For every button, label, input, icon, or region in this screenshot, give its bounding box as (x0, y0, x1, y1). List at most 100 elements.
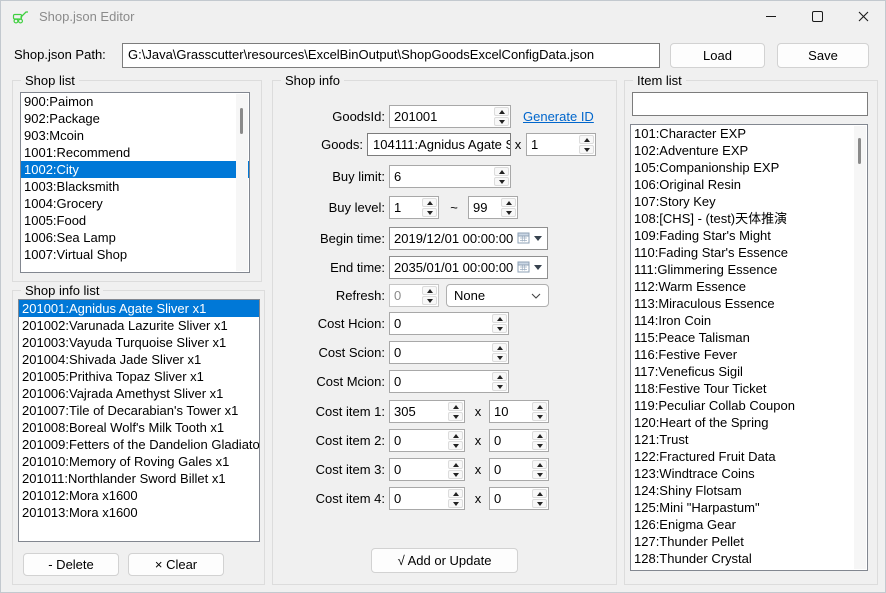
item-list-item[interactable]: 117:Veneficus Sigil (631, 363, 867, 380)
spinner-buttons[interactable] (422, 285, 438, 306)
item-list-item[interactable]: 113:Miraculous Essence (631, 295, 867, 312)
item-list-item[interactable]: 126:Enigma Gear (631, 516, 867, 533)
cost-hcion-spinner[interactable]: 0 (389, 312, 509, 335)
item-list-item[interactable]: 109:Fading Star's Might (631, 227, 867, 244)
spinner-buttons[interactable] (494, 106, 510, 127)
shop-info-list-item[interactable]: 201006:Vajrada Amethyst Sliver x1 (19, 385, 259, 402)
spin-down-icon[interactable] (532, 470, 547, 479)
shop-list-item[interactable]: 1003:Blacksmith (21, 178, 249, 195)
scrollbar-thumb[interactable] (858, 138, 861, 164)
item-search-input[interactable] (632, 92, 868, 116)
shop-info-list-item[interactable]: 201010:Memory of Roving Gales x1 (19, 453, 259, 470)
spin-down-icon[interactable] (448, 499, 463, 508)
item-list-scrollbar[interactable] (854, 126, 866, 569)
spin-up-icon[interactable] (492, 343, 507, 352)
minimize-button[interactable] (748, 0, 794, 32)
spin-up-icon[interactable] (422, 286, 437, 295)
spin-down-icon[interactable] (422, 208, 437, 217)
shop-list-box[interactable]: 900:Paimon902:Package903:Mcoin1001:Recom… (20, 92, 250, 273)
spinner-buttons[interactable] (448, 430, 464, 451)
end-time-picker[interactable]: 2035/01/01 00:00:00 (389, 256, 548, 279)
spin-down-icon[interactable] (492, 324, 507, 333)
goodsid-spinner[interactable]: 201001 (389, 105, 511, 128)
shop-list-item[interactable]: 902:Package (21, 110, 249, 127)
spinner-buttons[interactable] (532, 401, 548, 422)
spin-up-icon[interactable] (448, 431, 463, 440)
item-list-box[interactable]: 101:Character EXP102:Adventure EXP105:Co… (630, 124, 868, 571)
spin-down-icon[interactable] (492, 382, 507, 391)
generate-id-link[interactable]: Generate ID (523, 105, 594, 128)
shop-info-list-item[interactable]: 201009:Fetters of the Dandelion Gladiato (19, 436, 259, 453)
shop-list-item[interactable]: 1004:Grocery (21, 195, 249, 212)
spinner-buttons[interactable] (532, 488, 548, 509)
item-list-item[interactable]: 111:Glimmering Essence (631, 261, 867, 278)
spinner-buttons[interactable] (579, 134, 595, 155)
spin-up-icon[interactable] (448, 489, 463, 498)
cost-item-4-id-spinner[interactable]: 0 (389, 487, 465, 510)
path-input[interactable]: G:\Java\Grasscutter\resources\ExcelBinOu… (122, 43, 660, 68)
cost-item-3-id-spinner[interactable]: 0 (389, 458, 465, 481)
item-list-item[interactable]: 122:Fractured Fruit Data (631, 448, 867, 465)
buy-level-max-spinner[interactable]: 99 (468, 196, 518, 219)
shop-info-list-item[interactable]: 201005:Prithiva Topaz Sliver x1 (19, 368, 259, 385)
shop-list-item[interactable]: 900:Paimon (21, 93, 249, 110)
refresh-mode-dropdown[interactable]: None (446, 284, 549, 307)
item-list-item[interactable]: 112:Warm Essence (631, 278, 867, 295)
shop-list-item[interactable]: 903:Mcoin (21, 127, 249, 144)
spin-down-icon[interactable] (492, 353, 507, 362)
spinner-buttons[interactable] (492, 342, 508, 363)
item-list-item[interactable]: 120:Heart of the Spring (631, 414, 867, 431)
spinner-buttons[interactable] (532, 430, 548, 451)
spin-up-icon[interactable] (532, 431, 547, 440)
item-list-item[interactable]: 114:Iron Coin (631, 312, 867, 329)
cost-item-2-id-spinner[interactable]: 0 (389, 429, 465, 452)
shop-list-item[interactable]: 1001:Recommend (21, 144, 249, 161)
spin-down-icon[interactable] (494, 177, 509, 186)
shop-info-list-item[interactable]: 201002:Varunada Lazurite Sliver x1 (19, 317, 259, 334)
shop-info-list-box[interactable]: 201001:Agnidus Agate Sliver x1201002:Var… (18, 299, 260, 542)
shop-list-item[interactable]: 1007:Virtual Shop (21, 246, 249, 263)
spin-down-icon[interactable] (448, 412, 463, 421)
shop-info-list-item[interactable]: 201011:Northlander Sword Billet x1 (19, 470, 259, 487)
spin-up-icon[interactable] (492, 372, 507, 381)
item-list-item[interactable]: 110:Fading Star's Essence (631, 244, 867, 261)
shop-info-list-item[interactable]: 201013:Mora x1600 (19, 504, 259, 521)
spinner-buttons[interactable] (501, 197, 517, 218)
item-list-item[interactable]: 105:Companionship EXP (631, 159, 867, 176)
item-list-item[interactable]: 118:Festive Tour Ticket (631, 380, 867, 397)
spinner-buttons[interactable] (494, 166, 510, 187)
cost-scion-spinner[interactable]: 0 (389, 341, 509, 364)
delete-button[interactable]: - Delete (23, 553, 119, 576)
clear-button[interactable]: × Clear (128, 553, 224, 576)
shop-list-scrollbar[interactable] (236, 94, 248, 271)
cost-item-1-count-spinner[interactable]: 10 (489, 400, 549, 423)
spin-down-icon[interactable] (532, 441, 547, 450)
spin-down-icon[interactable] (494, 117, 509, 126)
spin-up-icon[interactable] (532, 489, 547, 498)
item-list-item[interactable]: 101:Character EXP (631, 125, 867, 142)
item-list-item[interactable]: 108:[CHS] - (test)天体推演 (631, 210, 867, 227)
spin-down-icon[interactable] (448, 441, 463, 450)
shop-info-list-item[interactable]: 201008:Boreal Wolf's Milk Tooth x1 (19, 419, 259, 436)
shop-info-list-item[interactable]: 201012:Mora x1600 (19, 487, 259, 504)
item-list-item[interactable]: 107:Story Key (631, 193, 867, 210)
spinner-buttons[interactable] (492, 371, 508, 392)
spinner-buttons[interactable] (422, 197, 438, 218)
shop-list-item[interactable]: 1006:Sea Lamp (21, 229, 249, 246)
shop-list-item[interactable]: 1002:City (21, 161, 249, 178)
buy-level-min-spinner[interactable]: 1 (389, 196, 439, 219)
item-list-item[interactable]: 123:Windtrace Coins (631, 465, 867, 482)
shop-info-list-item[interactable]: 201003:Vayuda Turquoise Sliver x1 (19, 334, 259, 351)
item-list-item[interactable]: 121:Trust (631, 431, 867, 448)
spinner-buttons[interactable] (532, 459, 548, 480)
spin-down-icon[interactable] (532, 499, 547, 508)
spin-up-icon[interactable] (532, 402, 547, 411)
spin-up-icon[interactable] (494, 167, 509, 176)
cost-item-2-count-spinner[interactable]: 0 (489, 429, 549, 452)
save-button[interactable]: Save (777, 43, 869, 68)
spinner-buttons[interactable] (448, 401, 464, 422)
spinner-buttons[interactable] (448, 488, 464, 509)
shop-info-list-item[interactable]: 201004:Shivada Jade Sliver x1 (19, 351, 259, 368)
add-or-update-button[interactable]: √ Add or Update (371, 548, 518, 573)
spin-down-icon[interactable] (532, 412, 547, 421)
